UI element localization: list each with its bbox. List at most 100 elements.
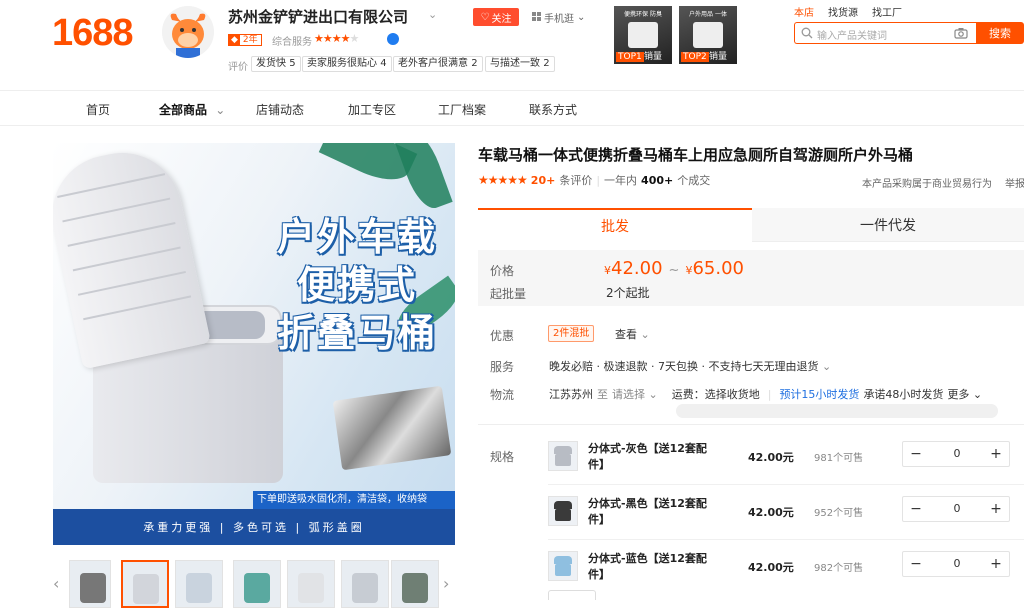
sku-price: 42.00元 — [748, 561, 794, 574]
year-label: 一年内 — [604, 174, 638, 187]
search-icon — [801, 27, 813, 42]
top-product-thumb[interactable]: 户外用品 一体 TOP2 销量 — [679, 6, 737, 64]
plus-icon[interactable]: + — [983, 497, 1009, 521]
deals-count: 400+ — [641, 173, 674, 187]
sku-thumbnail[interactable] — [548, 496, 578, 526]
minus-icon[interactable]: − — [903, 497, 929, 521]
service-dropdown[interactable]: 晚发必赔 · 极速退款 · 7天包换 · 不支持七天无理由退货 ⌄ — [549, 358, 831, 374]
tab-wholesale[interactable]: 批发 — [478, 208, 752, 242]
minus-icon[interactable]: − — [903, 552, 929, 576]
nav-item-home[interactable]: 首页 — [86, 101, 110, 118]
destination-select[interactable]: 请选择 ⌄ — [612, 386, 658, 402]
follow-button[interactable]: ♡ 关注 — [473, 8, 519, 26]
shop-nav: 首页 全部商品 ⌄ 店铺动态 加工专区 工厂档案 联系方式 — [0, 90, 1024, 126]
nav-item-all-products[interactable]: 全部商品 ⌄ — [159, 101, 225, 118]
site-logo[interactable]: 1688 — [52, 12, 134, 55]
plus-icon[interactable]: + — [983, 552, 1009, 576]
service-label: 服务 — [490, 360, 515, 374]
sku-row: 分体式-灰色【送12套配件】 42.00元 981个可售 − 0 + — [548, 441, 1024, 495]
spec-label: 规格 — [490, 450, 515, 464]
reviews-count[interactable]: 20+ — [531, 174, 556, 187]
minus-icon[interactable]: − — [903, 442, 929, 466]
promo-label: 优惠 — [490, 329, 515, 343]
search-input[interactable]: 输入产品关键词 — [794, 22, 976, 44]
shipping-fee: 运费：选择收货地 — [671, 388, 760, 401]
chevron-left-icon[interactable]: ‹ — [53, 574, 59, 593]
nav-item-factory[interactable]: 工厂档案 — [438, 101, 486, 118]
heart-icon: ♡ — [480, 11, 490, 23]
expand-toggle[interactable] — [548, 590, 596, 600]
quantity-stepper: − 0 + — [902, 496, 1010, 522]
sku-name: 分体式-灰色【送12套配件】 — [588, 442, 707, 471]
search-tab[interactable]: 找货源 — [828, 4, 858, 19]
bull-mascot-icon — [162, 6, 214, 58]
chevron-down-icon: ⌄ — [821, 360, 832, 373]
divider — [478, 424, 1024, 425]
rating-stars: ★★★★★ — [478, 173, 528, 187]
verified-icon[interactable] — [387, 33, 399, 45]
ship-time-estimate[interactable]: 预计15小时发货 — [779, 386, 859, 402]
sku-stock: 982个可售 — [814, 563, 864, 574]
nav-item-processing[interactable]: 加工专区 — [348, 101, 396, 118]
sku-row: 分体式-蓝色【送12套配件】 42.00元 982个可售 − 0 + — [548, 551, 1024, 605]
tab-dropship[interactable]: 一件代发 — [752, 208, 1024, 242]
promo-badge[interactable]: 2件混批 — [548, 325, 595, 342]
product-title: 车载马桶一体式便携折叠马桶车上用应急厕所自驾游厕所户外马桶 — [478, 146, 914, 164]
eval-tag[interactable]: 卖家服务很贴心 4 — [302, 56, 392, 72]
thumbnail[interactable] — [287, 560, 335, 608]
thumbnail[interactable] — [121, 560, 169, 608]
chevron-right-icon[interactable]: › — [443, 574, 449, 593]
eval-tag[interactable]: 发货快 5 — [251, 56, 301, 72]
quantity-input[interactable]: 0 — [929, 552, 985, 576]
plus-icon[interactable]: + — [983, 442, 1009, 466]
thumbnail[interactable] — [391, 560, 439, 608]
thumbnail[interactable] — [233, 560, 281, 608]
search-button[interactable]: 搜索 — [976, 22, 1024, 44]
evaluation-label: 评价 — [228, 62, 248, 73]
sku-price: 42.00元 — [748, 451, 794, 464]
top-product-thumb[interactable]: 便携环保 防臭 TOP1 销量 — [614, 6, 672, 64]
moq-value: 2个起批 — [606, 286, 650, 300]
quantity-input[interactable]: 0 — [929, 497, 985, 521]
qr-grid-icon — [532, 11, 541, 24]
quantity-input[interactable]: 0 — [929, 442, 985, 466]
sku-thumbnail[interactable] — [548, 441, 578, 471]
ship-from: 江苏苏州 — [549, 388, 593, 401]
moq-label: 起批量 — [490, 287, 527, 301]
price-box: 价格 ¥42.00 ~ ¥65.00 起批量 2个起批 — [478, 250, 1024, 306]
service-stars: ★★★★★ — [314, 32, 359, 45]
shop-avatar[interactable] — [162, 6, 214, 58]
shop-name[interactable]: 苏州金铲铲进出口有限公司 — [228, 6, 408, 27]
deals-label: 个成交 — [677, 174, 711, 187]
report-link[interactable]: 举报 — [1005, 175, 1024, 190]
nav-item-news[interactable]: 店铺动态 — [256, 101, 304, 118]
year-badge: ◆ 2年 — [228, 34, 262, 46]
eval-tag[interactable]: 与描述一致 2 — [485, 56, 555, 72]
price-range: ¥42.00 ~ ¥65.00 — [604, 258, 744, 279]
nav-item-contact[interactable]: 联系方式 — [529, 101, 577, 118]
blurred-info — [676, 404, 998, 418]
eval-tag[interactable]: 老外客户很满意 2 — [393, 56, 483, 72]
thumbnail[interactable] — [341, 560, 389, 608]
sku-name: 分体式-蓝色【送12套配件】 — [588, 552, 707, 581]
promo-check-link[interactable]: 查看 ⌄ — [615, 326, 650, 342]
thumbnail[interactable] — [175, 560, 223, 608]
search-tab[interactable]: 本店 — [794, 4, 814, 19]
search-tab[interactable]: 找工厂 — [872, 4, 902, 19]
leaf-decoration — [393, 143, 453, 214]
thumbnail[interactable] — [69, 560, 111, 608]
thumbnail-strip: ‹ › — [53, 560, 455, 608]
mobile-browse-link[interactable]: 手机逛 ⌄ — [532, 10, 585, 25]
sku-row: 分体式-黑色【送12套配件】 42.00元 952个可售 − 0 + — [548, 496, 1024, 550]
more-dropdown[interactable]: 更多 ⌄ — [947, 386, 982, 402]
toilet-lid — [53, 143, 211, 370]
price-label: 价格 — [490, 264, 515, 278]
main-product-image[interactable]: 户外车载 便携式 折叠马桶 下单即送吸水固化剂，清洁袋，收纳袋 承重力更强 | … — [53, 143, 455, 545]
chevron-down-icon[interactable]: ⌄ — [428, 8, 437, 21]
sku-thumbnail[interactable] — [548, 551, 578, 581]
reviews-label[interactable]: 条评价 — [559, 172, 592, 188]
image-promo-line: 下单即送吸水固化剂，清洁袋，收纳袋 — [253, 491, 455, 509]
sku-name: 分体式-黑色【送12套配件】 — [588, 497, 707, 526]
camera-icon[interactable] — [954, 27, 968, 42]
sku-price: 42.00元 — [748, 506, 794, 519]
